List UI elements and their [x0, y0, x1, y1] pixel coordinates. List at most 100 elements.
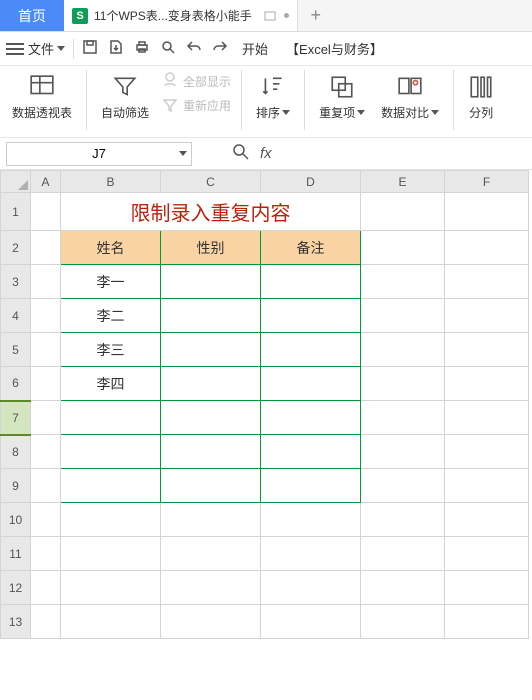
- cell[interactable]: [445, 367, 529, 401]
- row-header[interactable]: 2: [1, 231, 31, 265]
- redo-icon[interactable]: [212, 39, 228, 58]
- menu-group[interactable]: 【Excel与财务】: [286, 39, 383, 58]
- cell[interactable]: [61, 605, 161, 639]
- duplicates-button[interactable]: 重复项: [313, 70, 371, 125]
- select-all-corner[interactable]: [1, 171, 31, 193]
- cell[interactable]: [161, 503, 261, 537]
- name-box[interactable]: [6, 142, 192, 166]
- cell[interactable]: [361, 367, 445, 401]
- row-header[interactable]: 9: [1, 469, 31, 503]
- cell[interactable]: [161, 537, 261, 571]
- cell[interactable]: [445, 435, 529, 469]
- cell[interactable]: [31, 367, 61, 401]
- cell[interactable]: [261, 265, 361, 299]
- cell[interactable]: [445, 231, 529, 265]
- cell[interactable]: [261, 401, 361, 435]
- autofilter-button[interactable]: 自动筛选: [95, 70, 155, 125]
- header-cell[interactable]: 性别: [161, 231, 261, 265]
- print-icon[interactable]: [134, 39, 150, 58]
- row-header[interactable]: 1: [1, 193, 31, 231]
- cell[interactable]: [445, 333, 529, 367]
- hamburger-icon[interactable]: [6, 43, 24, 55]
- cell[interactable]: [61, 469, 161, 503]
- window-icon[interactable]: [264, 10, 276, 22]
- row-header[interactable]: 8: [1, 435, 31, 469]
- cell[interactable]: [445, 537, 529, 571]
- cell[interactable]: [261, 333, 361, 367]
- cell[interactable]: [361, 503, 445, 537]
- cell[interactable]: [31, 503, 61, 537]
- row-header[interactable]: 5: [1, 333, 31, 367]
- cell[interactable]: [361, 265, 445, 299]
- cell[interactable]: [361, 469, 445, 503]
- file-menu[interactable]: 文件: [28, 39, 65, 58]
- cell[interactable]: [361, 605, 445, 639]
- cell[interactable]: [361, 193, 445, 231]
- cell[interactable]: 李四: [61, 367, 161, 401]
- cell[interactable]: [61, 435, 161, 469]
- cell[interactable]: [361, 401, 445, 435]
- col-header[interactable]: C: [161, 171, 261, 193]
- cell[interactable]: [261, 469, 361, 503]
- cell[interactable]: [161, 333, 261, 367]
- cell[interactable]: [261, 537, 361, 571]
- save-icon[interactable]: [82, 39, 98, 58]
- row-header[interactable]: 11: [1, 537, 31, 571]
- undo-icon[interactable]: [186, 39, 202, 58]
- zoom-icon[interactable]: [232, 143, 250, 164]
- row-header[interactable]: 12: [1, 571, 31, 605]
- menu-start[interactable]: 开始: [242, 39, 268, 58]
- cell[interactable]: [261, 503, 361, 537]
- cell[interactable]: [61, 571, 161, 605]
- cell[interactable]: [261, 367, 361, 401]
- name-box-input[interactable]: [7, 146, 191, 161]
- cell[interactable]: [31, 571, 61, 605]
- cell[interactable]: [361, 537, 445, 571]
- spreadsheet-grid[interactable]: A B C D E F 1 限制录入重复内容 2 姓名 性别 备注 3 李一 4…: [0, 170, 532, 639]
- row-header[interactable]: 6: [1, 367, 31, 401]
- cell[interactable]: [161, 299, 261, 333]
- row-header[interactable]: 3: [1, 265, 31, 299]
- cell[interactable]: 李一: [61, 265, 161, 299]
- cell[interactable]: [445, 299, 529, 333]
- row-header[interactable]: 10: [1, 503, 31, 537]
- split-button[interactable]: 分列: [462, 70, 500, 125]
- cell[interactable]: [361, 333, 445, 367]
- cell[interactable]: [31, 605, 61, 639]
- cell[interactable]: [361, 299, 445, 333]
- cell[interactable]: [61, 503, 161, 537]
- col-header[interactable]: D: [261, 171, 361, 193]
- cell[interactable]: [31, 469, 61, 503]
- cell[interactable]: [445, 605, 529, 639]
- cell[interactable]: [31, 265, 61, 299]
- cell[interactable]: [31, 299, 61, 333]
- cell[interactable]: [161, 265, 261, 299]
- cell[interactable]: [61, 537, 161, 571]
- row-header[interactable]: 7: [1, 401, 31, 435]
- cell[interactable]: [445, 469, 529, 503]
- export-icon[interactable]: [108, 39, 124, 58]
- cell[interactable]: [445, 401, 529, 435]
- fx-label[interactable]: fx: [260, 145, 272, 162]
- col-header[interactable]: A: [31, 171, 61, 193]
- cell[interactable]: [31, 537, 61, 571]
- col-header[interactable]: B: [61, 171, 161, 193]
- title-cell[interactable]: 限制录入重复内容: [61, 193, 361, 231]
- cell[interactable]: [31, 435, 61, 469]
- cell[interactable]: 李二: [61, 299, 161, 333]
- cell[interactable]: [445, 265, 529, 299]
- sort-button[interactable]: 排序: [250, 70, 296, 125]
- cell[interactable]: [31, 333, 61, 367]
- col-header[interactable]: F: [445, 171, 529, 193]
- row-header[interactable]: 13: [1, 605, 31, 639]
- cell[interactable]: [261, 299, 361, 333]
- cell[interactable]: [445, 571, 529, 605]
- pivot-button[interactable]: 数据透视表: [6, 70, 78, 125]
- formula-input[interactable]: [272, 142, 532, 166]
- cell[interactable]: [361, 571, 445, 605]
- tab-document[interactable]: S 11个WPS表...变身表格小能手: [64, 0, 298, 31]
- cell[interactable]: [161, 435, 261, 469]
- col-header[interactable]: E: [361, 171, 445, 193]
- header-cell[interactable]: 姓名: [61, 231, 161, 265]
- header-cell[interactable]: 备注: [261, 231, 361, 265]
